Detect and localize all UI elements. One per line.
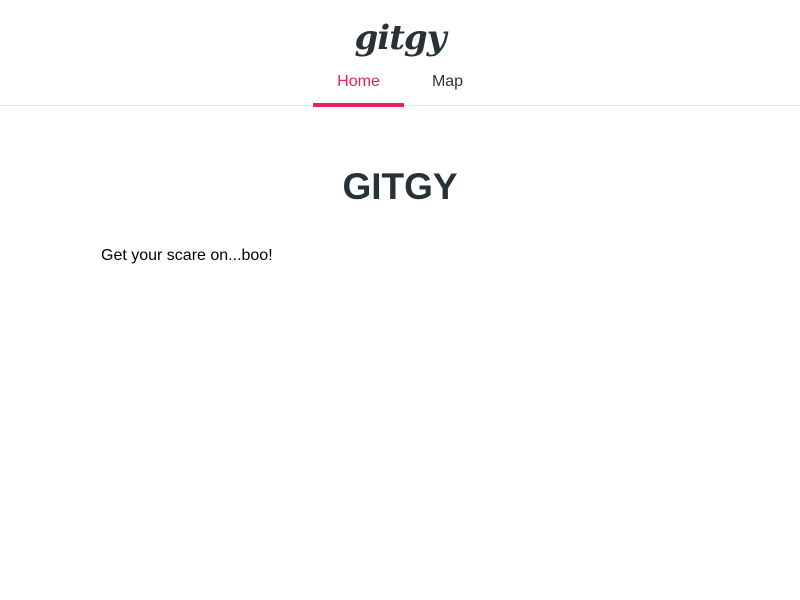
tab-home[interactable]: Home [313,62,404,107]
tab-map[interactable]: Map [404,62,491,106]
page-title: GITGY [342,166,458,207]
app-header: gitgy Home Map [0,0,800,107]
logo[interactable]: gitgy [0,14,800,62]
tab-bar: Home Map [313,62,491,107]
tagline-text: Get your scare on...boo! [101,247,273,264]
